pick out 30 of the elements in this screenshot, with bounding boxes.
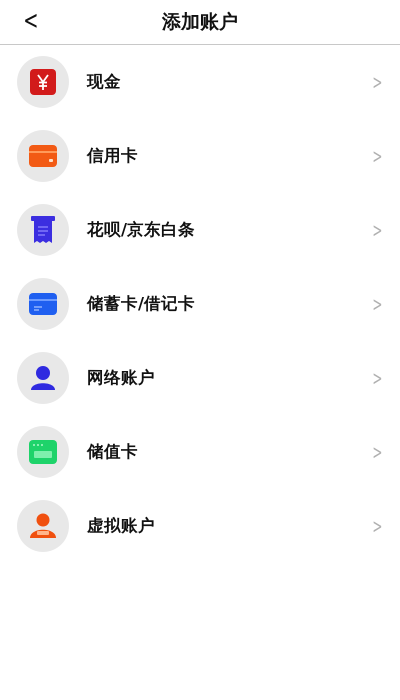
chevron-icon: > bbox=[372, 363, 383, 393]
account-type-label: 虚拟账户 bbox=[87, 514, 156, 537]
person-icon bbox=[30, 365, 56, 391]
account-type-item[interactable]: 信用卡 > bbox=[0, 119, 400, 193]
yen-icon bbox=[30, 69, 56, 95]
account-type-label: 现金 bbox=[87, 70, 122, 93]
chevron-icon: > bbox=[372, 289, 383, 319]
card-icon bbox=[29, 145, 57, 167]
account-type-item[interactable]: 虚拟账户 > bbox=[0, 489, 400, 563]
card-icon bbox=[29, 293, 57, 315]
account-type-label: 花呗/京东白条 bbox=[87, 218, 196, 241]
account-type-label: 储值卡 bbox=[87, 440, 139, 463]
account-type-item[interactable]: 网络账户 > bbox=[0, 341, 400, 415]
account-type-label: 网络账户 bbox=[87, 366, 156, 389]
account-type-item[interactable]: 储蓄卡/借记卡 > bbox=[0, 267, 400, 341]
receipt-icon bbox=[31, 216, 55, 244]
chevron-icon: > bbox=[372, 437, 383, 467]
account-type-item[interactable]: 储值卡 > bbox=[0, 415, 400, 489]
account-type-label: 信用卡 bbox=[87, 144, 139, 167]
chevron-icon: > bbox=[372, 67, 383, 97]
person-icon bbox=[29, 513, 57, 539]
back-button[interactable]: < bbox=[20, 5, 42, 37]
chevron-icon: > bbox=[372, 215, 383, 245]
card-icon bbox=[29, 440, 57, 464]
account-type-label: 储蓄卡/借记卡 bbox=[87, 292, 196, 315]
page-title: 添加账户 bbox=[162, 10, 238, 34]
chevron-icon: > bbox=[372, 511, 383, 541]
account-type-item[interactable]: 现金 > bbox=[0, 45, 400, 119]
chevron-icon: > bbox=[372, 141, 383, 171]
account-type-item[interactable]: 花呗/京东白条 > bbox=[0, 193, 400, 267]
